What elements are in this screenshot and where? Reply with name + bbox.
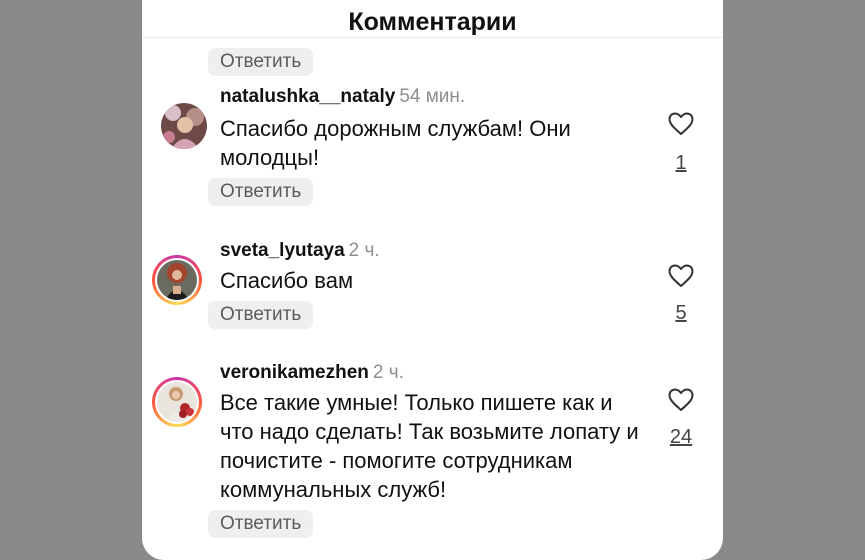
timestamp: 2 ч.: [372, 362, 404, 383]
comment-text: Все такие умные! Только пишете как и что…: [220, 390, 639, 502]
reply-button[interactable]: Ответить: [208, 48, 314, 76]
like-count[interactable]: 24: [661, 426, 701, 449]
username[interactable]: natalushka__nataly: [220, 86, 395, 107]
like-count[interactable]: 5: [661, 302, 701, 325]
comments-sheet: Комментарии Ответить natalushka__nataly 5…: [142, 0, 723, 560]
heart-outline-icon[interactable]: [668, 112, 694, 136]
comment-meta: veronikamezhen 2 ч.: [220, 362, 404, 384]
comment-meta: natalushka__nataly 54 мин.: [220, 86, 465, 108]
reply-button[interactable]: Ответить: [208, 301, 314, 329]
username[interactable]: veronikamezhen: [220, 362, 369, 383]
heart-outline-icon[interactable]: [668, 388, 694, 412]
avatar-image: [157, 382, 197, 422]
sheet-header: Комментарии: [142, 0, 723, 38]
username[interactable]: sveta_lyutaya: [220, 240, 345, 261]
avatar-image: [161, 103, 207, 149]
avatar[interactable]: [161, 103, 207, 149]
reply-button[interactable]: Ответить: [208, 510, 314, 538]
avatar-image: [157, 260, 197, 300]
page-title: Комментарии: [348, 8, 517, 36]
timestamp: 2 ч.: [348, 240, 380, 261]
reply-button[interactable]: Ответить: [208, 178, 314, 206]
comment-meta: sveta_lyutaya 2 ч.: [220, 240, 380, 262]
avatar[interactable]: [152, 255, 202, 305]
heart-outline-icon[interactable]: [668, 264, 694, 288]
avatar[interactable]: [152, 377, 202, 427]
timestamp: 54 мин.: [399, 86, 466, 107]
comment-text: Спасибо дорожным службам! Они молодцы!: [220, 116, 571, 170]
like-count[interactable]: 1: [661, 152, 701, 175]
comment-text: Спасибо вам: [220, 268, 354, 293]
